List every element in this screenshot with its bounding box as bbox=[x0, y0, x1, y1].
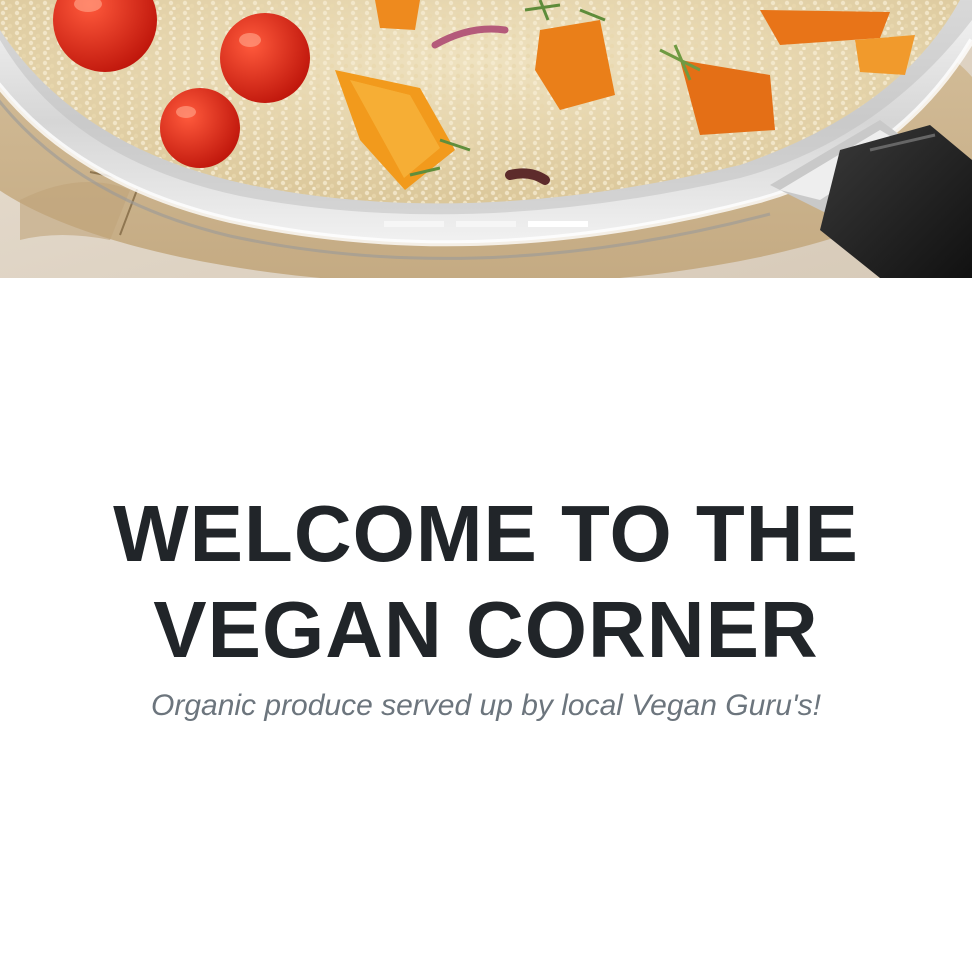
carousel-indicators bbox=[0, 219, 972, 229]
hero-carousel[interactable] bbox=[0, 0, 972, 278]
carousel-indicator-3[interactable] bbox=[528, 219, 588, 229]
welcome-heading: WELCOME TO THE VEGAN CORNER bbox=[113, 489, 859, 674]
page: WELCOME TO THE VEGAN CORNER Organic prod… bbox=[0, 0, 972, 972]
carousel-indicator-1[interactable] bbox=[384, 219, 444, 229]
welcome-section: WELCOME TO THE VEGAN CORNER Organic prod… bbox=[0, 278, 972, 972]
carousel-indicator-2[interactable] bbox=[456, 219, 516, 229]
welcome-subheading: Organic produce served up by local Vegan… bbox=[151, 689, 821, 722]
quinoa-salad-pan-image bbox=[0, 0, 972, 278]
